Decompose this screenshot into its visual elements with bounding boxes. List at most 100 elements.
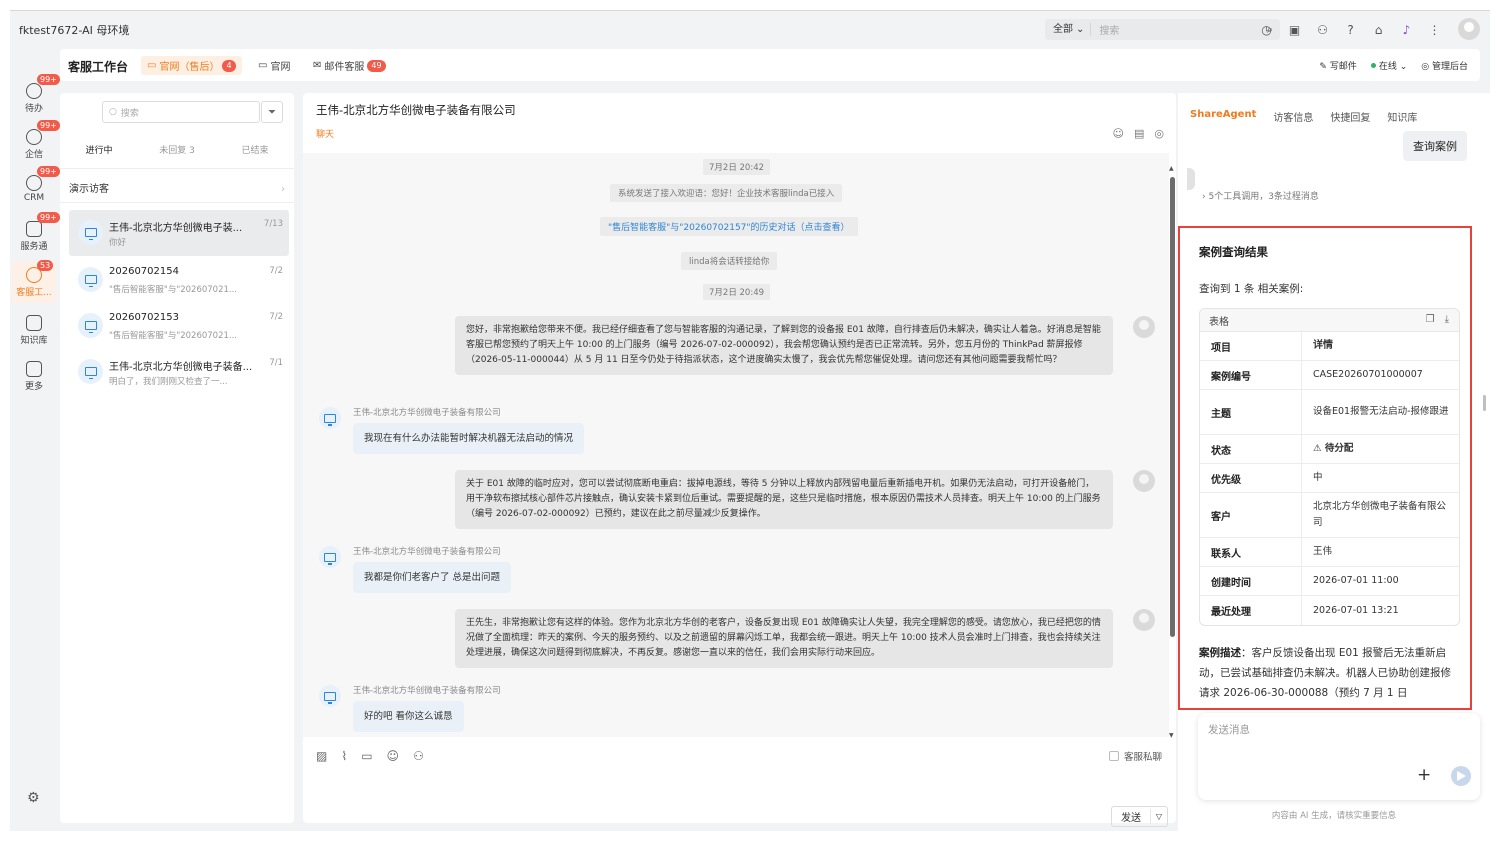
send-label: 发送	[1112, 809, 1151, 824]
session-item[interactable]: 王伟-北京北方华创微电子装... 你好 7/13	[69, 210, 289, 256]
send-arrow-icon[interactable]	[1451, 766, 1471, 786]
tool-calls-summary[interactable]: › 5个工具调用，3条过程消息	[1202, 189, 1319, 202]
agent-avatar	[1133, 470, 1155, 492]
assistant-message-input[interactable]: 发送消息 +	[1198, 713, 1480, 800]
tab-ended[interactable]: 已结束	[216, 143, 294, 168]
tool-calls-label: 5个工具调用，3条过程消息	[1208, 192, 1319, 202]
status-select[interactable]: 在线 ⌄	[1370, 59, 1407, 72]
system-message: 系统发送了接入欢迎语：您好！企业技术客服linda已接入	[610, 184, 843, 202]
chat-subtitle: 聊天	[316, 130, 335, 140]
nav-item-todo[interactable]: 待办 99+	[10, 74, 60, 117]
send-button[interactable]: 发送 ▽	[1111, 806, 1168, 827]
nav-item-more[interactable]: 更多	[10, 359, 58, 395]
grid-icon	[26, 361, 42, 377]
nav-item-knowledge[interactable]: 知识库	[10, 313, 58, 349]
table-value: 设备E01报警无法启动-报修跟进	[1313, 406, 1449, 417]
session-item[interactable]: 20260702154 "售后智能客服"与"202607021... 7/2	[69, 257, 289, 303]
session-item[interactable]: 20260702153 "售后智能客服"与"202607021... 7/2	[69, 303, 289, 349]
copy-icon[interactable]: ❐	[1426, 314, 1435, 325]
session-name: 王伟-北京北方华创微电子装...	[109, 223, 243, 234]
customer-message: 好的吧 看你这么诚恳	[353, 701, 464, 732]
attachment-icon[interactable]: ⌇	[341, 749, 347, 763]
more-vertical-icon[interactable]: ⋮	[1425, 21, 1444, 39]
result-title: 案例查询结果	[1199, 245, 1268, 259]
agent-avatar	[1133, 609, 1155, 631]
private-chat-label: 客服私聊	[1123, 752, 1162, 763]
scope-select[interactable]: 全部 ⌄	[1045, 23, 1092, 36]
tab-knowledge-base[interactable]: 知识库	[1387, 109, 1417, 124]
nav-badge: 99+	[37, 120, 60, 131]
case-table: 表格 ❐ ⤓ 项目 详情 案例编号 CASE20260701000007 主题 设备E…	[1199, 308, 1460, 626]
tab-unreplied[interactable]: 未回复 3	[138, 143, 216, 168]
filter-icon[interactable]: ⏷	[261, 101, 283, 123]
query-case-button[interactable]: 查询案例	[1403, 131, 1467, 161]
tab-shareagent[interactable]: ShareAgent	[1190, 109, 1256, 124]
tab-official-aftersales[interactable]: ▭ 官网（售后） 4	[141, 56, 242, 75]
panel-collapse-handle[interactable]	[1187, 168, 1195, 190]
scroll-up-arrow-icon[interactable]: ▲	[1169, 165, 1174, 172]
tab-email-service[interactable]: ✉ 邮件客服 49	[307, 56, 392, 75]
search-icon: ○	[109, 107, 117, 117]
session-name: 20260702153	[109, 312, 179, 323]
chat-tools: ☺ ▤ ◎	[1113, 127, 1164, 140]
note-icon[interactable]: ▤	[1134, 127, 1144, 140]
table-row: 联系人 王伟	[1200, 538, 1459, 567]
bag-icon[interactable]: ⌂	[1369, 21, 1388, 39]
settings-icon[interactable]: ◎	[1154, 127, 1164, 140]
chevron-down-icon[interactable]: ▽	[1151, 812, 1167, 821]
session-group-label: 演示访客	[69, 184, 109, 195]
save-icon[interactable]: ▭	[361, 749, 372, 763]
help-icon[interactable]: ?	[1341, 21, 1360, 39]
nav-label: 待办	[24, 104, 43, 114]
nav-label: 更多	[24, 382, 43, 392]
chat-scrollbar[interactable]: ▲ ▼	[1168, 153, 1176, 739]
tab-visitor-info[interactable]: 访客信息	[1273, 109, 1313, 124]
monitor-icon	[78, 220, 103, 245]
write-mail-button[interactable]: ✎ 写邮件	[1319, 59, 1356, 72]
monitor-icon	[78, 267, 103, 292]
table-row: 项目 详情	[1200, 332, 1459, 361]
image-icon[interactable]: ▨	[316, 749, 327, 763]
table-value: 北京北方华创微电子装备有限公司	[1313, 501, 1447, 528]
inbox-icon[interactable]: ▣	[1285, 21, 1304, 39]
history-link[interactable]: "售后智能客服"与"20260702157"的历史对话（点击查看）	[600, 217, 858, 236]
scrollbar-thumb[interactable]	[1170, 177, 1175, 637]
clock-icon[interactable]: ◷	[1257, 21, 1276, 39]
panel-resize-handle[interactable]	[1483, 395, 1486, 411]
session-search-input[interactable]: ○ 搜索	[102, 101, 260, 123]
plus-icon[interactable]: +	[1417, 765, 1431, 785]
session-name: 王伟-北京北方华创微电子装备...	[109, 362, 253, 373]
table-value: 2026-07-01 13:21	[1313, 604, 1399, 616]
toolbar-icons: ◷ ▣ ⚇ ? ⌂ ♪ ⋮	[1257, 21, 1444, 39]
table-label: 表格	[1209, 316, 1229, 328]
private-chat-checkbox[interactable]	[1108, 751, 1119, 761]
scroll-down-arrow-icon[interactable]: ▼	[1169, 732, 1174, 739]
table-key: 最近处理	[1200, 596, 1302, 625]
download-icon[interactable]: ⤓	[1445, 314, 1449, 325]
user-avatar[interactable]	[1458, 18, 1480, 40]
chat-panel: 王伟-北京北方华创微电子装备有限公司 聊天 ☺ ▤ ◎ 7月2日 20:42 系…	[303, 93, 1176, 827]
microphone-icon[interactable]: ♪	[1397, 21, 1416, 39]
nav-item-messages[interactable]: 企信 99+	[10, 120, 60, 163]
tab-in-progress[interactable]: 进行中	[60, 143, 138, 168]
tab-official[interactable]: ▭ 官网	[252, 56, 296, 75]
tab-badge: 4	[222, 59, 236, 72]
contacts-icon[interactable]: ⚇	[1313, 21, 1332, 39]
transfer-user-icon[interactable]: ⚇	[413, 749, 424, 763]
private-chat-toggle[interactable]: 客服私聊	[1108, 749, 1162, 763]
customer-name: 王伟-北京北方华创微电子装备有限公司	[353, 408, 501, 418]
admin-link[interactable]: ◎ 管理后台	[1421, 59, 1468, 72]
nav-item-crm[interactable]: CRM 99+	[10, 166, 60, 209]
global-search-input[interactable]: 搜索	[1091, 22, 1260, 37]
emoji-face-icon[interactable]: ☺	[1113, 127, 1124, 140]
session-group[interactable]: 演示访客 ›	[60, 177, 294, 203]
session-item[interactable]: 王伟-北京北方华创微电子装备... 明白了，我们刚刚又检查了一... 7/1	[69, 349, 289, 395]
nav-item-customer-service[interactable]: 客服工... 53	[12, 260, 56, 303]
nav-label: CRM	[23, 193, 45, 203]
tab-quick-reply[interactable]: 快捷回复	[1330, 109, 1370, 124]
nav-item-service[interactable]: 服务通 99+	[10, 212, 60, 255]
agent-message: 关于 E01 故障的临时应对，您可以尝试彻底断电重启：拔掉电源线，等待 5 分钟…	[455, 470, 1113, 529]
tab-label: 官网（售后）	[159, 62, 220, 73]
settings-gear-icon[interactable]: ⚙	[27, 790, 40, 806]
emoji-icon[interactable]: ☺	[387, 749, 400, 763]
